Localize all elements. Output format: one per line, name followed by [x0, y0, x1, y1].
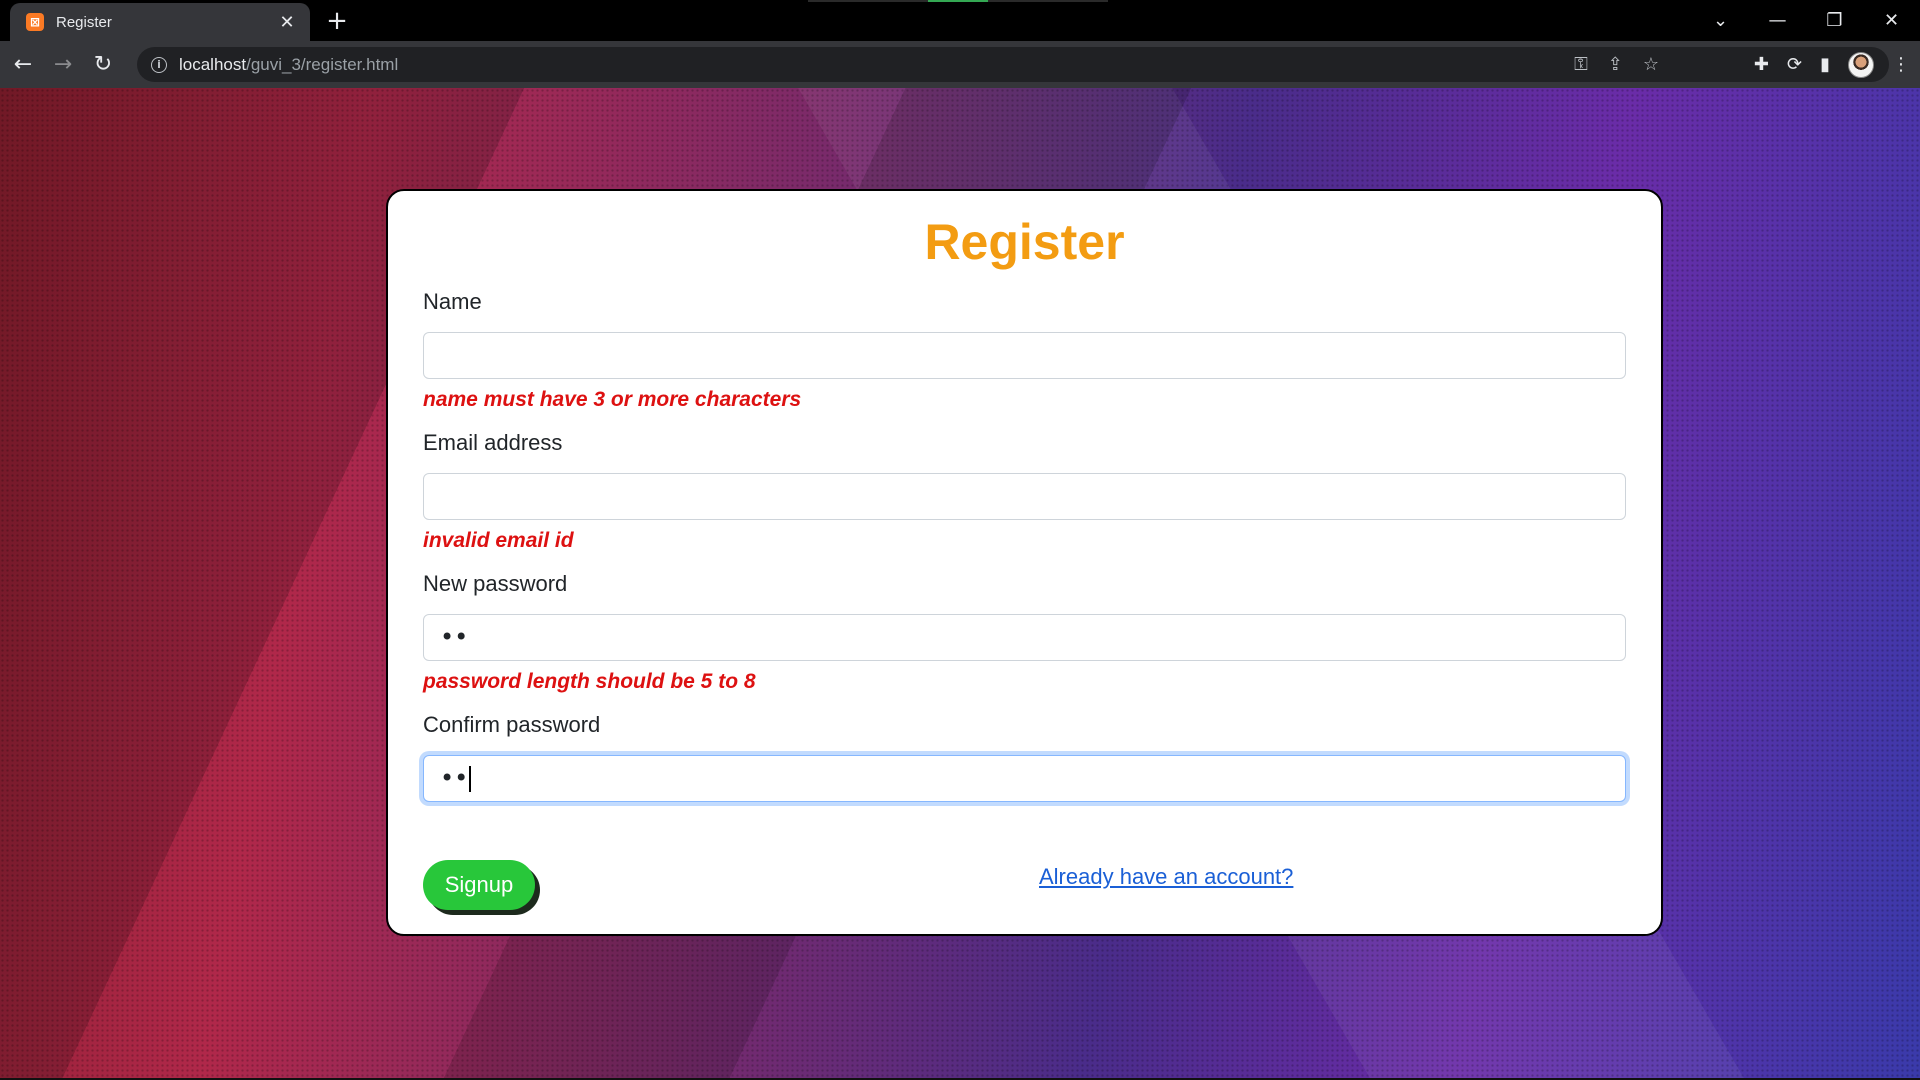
share-icon[interactable]: ⇪	[1608, 54, 1623, 75]
new-password-label: New password	[423, 571, 568, 596]
register-card: Register Name name must have 3 or more c…	[386, 189, 1663, 936]
password-error: password length should be 5 to 8	[423, 670, 756, 693]
login-link[interactable]: Already have an account?	[1039, 864, 1293, 890]
minimize-icon[interactable]: —	[1749, 0, 1806, 41]
email-error: invalid email id	[423, 529, 574, 552]
form-actions: Signup Already have an account?	[423, 802, 1626, 922]
confirm-password-input[interactable]: ••	[423, 755, 1626, 802]
browser-tab-register[interactable]: ⊠ Register ✕	[10, 3, 310, 41]
window-close-icon[interactable]: ✕	[1863, 0, 1920, 41]
side-panel-icon[interactable]: ▮	[1820, 54, 1830, 75]
confirm-password-label: Confirm password	[423, 712, 601, 737]
password-key-icon[interactable]: ⚿	[1574, 54, 1588, 75]
xampp-favicon-icon: ⊠	[26, 13, 44, 31]
address-bar[interactable]: i localhost/guvi_3/register.html ⚿ ⇪ ☆	[137, 47, 1889, 82]
extensions-puzzle-icon[interactable]: ✚	[1754, 54, 1769, 75]
omnibox-actions: ⚿ ⇪ ☆	[1574, 47, 1659, 82]
forward-icon[interactable]: →	[46, 48, 80, 82]
tab-search-icon[interactable]: ⌄	[1692, 0, 1749, 41]
reload-icon[interactable]: ↻	[86, 48, 120, 82]
restore-icon[interactable]: ❐	[1806, 0, 1863, 41]
confirm-password-value: ••	[440, 764, 469, 792]
text-caret	[469, 766, 472, 792]
sync-extension-icon[interactable]: ⟳	[1787, 54, 1802, 75]
url-host: localhost	[179, 54, 247, 74]
extension-toolbar: ✚ ⟳ ▮ ⋮	[1754, 41, 1910, 88]
browser-menu-icon[interactable]: ⋮	[1892, 54, 1910, 75]
site-info-icon[interactable]: i	[151, 56, 167, 73]
new-password-input[interactable]: ••	[423, 614, 1626, 661]
email-label: Email address	[423, 430, 563, 455]
page-viewport: Register Name name must have 3 or more c…	[0, 88, 1920, 1080]
window-controls: ⌄ — ❐ ✕	[1692, 0, 1920, 41]
tab-title: Register	[56, 13, 112, 31]
indicator-segment	[928, 0, 988, 2]
name-input[interactable]	[423, 332, 1626, 379]
name-label: Name	[423, 289, 482, 314]
new-tab-button[interactable]: +	[323, 8, 351, 36]
page-title: Register	[924, 214, 1125, 270]
tab-strip-indicator	[808, 0, 1108, 2]
url-text[interactable]: localhost/guvi_3/register.html	[179, 55, 398, 75]
browser-toolbar: ← → ↻ i localhost/guvi_3/register.html ⚿…	[0, 41, 1920, 88]
tab-close-icon[interactable]: ✕	[276, 11, 298, 33]
signup-button[interactable]: Signup	[423, 860, 535, 910]
email-input[interactable]	[423, 473, 1626, 520]
profile-avatar[interactable]	[1848, 51, 1874, 78]
bookmark-star-icon[interactable]: ☆	[1643, 54, 1659, 75]
back-icon[interactable]: ←	[6, 48, 40, 82]
name-error: name must have 3 or more characters	[423, 388, 802, 411]
tab-strip: ⊠ Register ✕ + ⌄ — ❐ ✕	[0, 0, 1920, 41]
url-path: /guvi_3/register.html	[246, 54, 399, 74]
